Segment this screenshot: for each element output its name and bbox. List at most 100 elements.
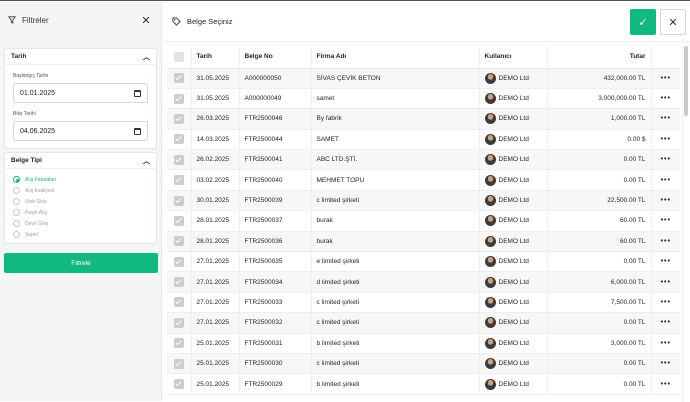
column-header[interactable]: Belge No [239,46,312,69]
row-select-cell[interactable] [167,373,192,395]
date-card-header[interactable]: Tarih ︿ [5,49,156,65]
table-row[interactable]: 31.05.2025 A000000050 SİVAS ÇEVİK BETON DEM… [167,68,680,89]
row-menu-button[interactable]: ••• [651,190,680,212]
row-menu-button[interactable]: ••• [651,271,680,293]
row-checkbox[interactable] [173,154,184,165]
row-menu-button[interactable]: ••• [651,333,680,354]
close-filter-icon[interactable]: ✕ [139,14,153,27]
cancel-button[interactable]: ✕ [660,9,686,35]
table-row[interactable]: 27.01.2025 FTR2500034 d limited şirketi DEM… [167,271,680,293]
row-checkbox[interactable] [173,195,184,206]
table-row[interactable]: 25.01.2025 FTR2500030 c limited şirketi DEM… [167,353,680,375]
end-date-input[interactable]: 04.06.2025 [13,121,148,141]
row-checkbox[interactable] [173,73,184,84]
chevron-up-icon[interactable]: ︿ [143,156,150,166]
row-checkbox[interactable] [173,338,184,349]
row-checkbox[interactable] [173,215,184,226]
row-menu-button[interactable]: ••• [651,88,680,110]
row-select-cell[interactable] [167,149,192,171]
row-checkbox[interactable] [173,113,184,124]
radio-option[interactable]: Sepet [5,229,156,240]
row-menu-button[interactable]: ••• [651,129,680,151]
row-menu-button[interactable]: ••• [651,292,680,314]
row-checkbox[interactable] [173,358,184,369]
row-checkbox[interactable] [173,379,184,390]
calendar-icon[interactable] [134,127,141,135]
scrollbar-thumb[interactable] [684,46,688,116]
row-checkbox[interactable] [173,277,184,288]
column-header[interactable]: Firma Adı [311,46,480,69]
table-row[interactable]: 25.01.2025 FTR2500029 b limited şirketi DEM… [167,373,680,395]
radio-option[interactable]: Stok Giriş [5,196,156,207]
row-select-cell[interactable] [167,190,192,212]
table-row[interactable]: 27.01.2025 FTR2500033 c limited şirketi DEM… [167,292,680,314]
table-row[interactable]: 14.03.2025 FTR2500044 SAMET DEMO Ltd 0.00 $ •… [167,129,680,151]
cell-date: 31.05.2025 [191,88,240,110]
table-row[interactable]: 26.02.2025 FTR2500041 ABC LTD.ŞTİ. DEMO Ltd… [167,149,680,171]
row-select-cell[interactable] [167,271,192,293]
radio-dot[interactable] [13,198,20,205]
row-menu-button[interactable]: ••• [651,169,680,191]
radio-dot[interactable] [13,187,20,194]
row-select-cell[interactable] [167,108,192,130]
row-checkbox[interactable] [173,317,184,328]
row-select-cell[interactable] [167,129,192,151]
column-header[interactable]: Tarih [191,46,240,69]
table-row[interactable]: 31.05.2025 A000000049 samet DEMO Ltd 3,000,0… [167,88,680,110]
row-menu-button[interactable]: ••• [651,312,680,334]
select-all-checkbox[interactable] [173,51,184,62]
apply-filter-button[interactable]: Filtrele [4,253,158,273]
table-row[interactable]: 28.01.2025 FTR2500036 burak DEMO Ltd 60.00 T… [167,231,680,253]
radio-option[interactable]: Peşin Alış [5,207,156,218]
chevron-up-icon[interactable]: ︿ [143,52,150,62]
table-row[interactable]: 27.01.2025 FTR2500032 c limited şirketi DEM… [167,312,680,334]
row-select-cell[interactable] [167,231,192,253]
row-menu-button[interactable]: ••• [651,68,680,89]
calendar-icon[interactable] [134,89,141,97]
radio-dot[interactable] [13,176,20,183]
row-menu-button[interactable]: ••• [651,373,680,395]
row-select-cell[interactable] [167,88,192,110]
radio-dot[interactable] [13,209,20,216]
row-select-cell[interactable] [167,353,192,375]
table-row[interactable]: 28.01.2025 FTR2500037 burak DEMO Ltd 60.00 T… [167,210,680,232]
radio-option[interactable]: Alış Faturaları [5,174,156,185]
row-select-cell[interactable] [167,333,192,354]
confirm-button[interactable]: ✓ [630,9,656,35]
table-row[interactable]: 25.01.2025 FTR2500031 b limited şirketi DEM… [167,333,680,354]
column-header[interactable]: Kullanıcı [479,46,548,69]
row-select-cell[interactable] [167,169,192,191]
row-checkbox[interactable] [173,256,184,267]
row-menu-button[interactable]: ••• [651,149,680,171]
row-checkbox[interactable] [173,175,184,186]
row-select-cell[interactable] [167,251,192,273]
scroll-track[interactable] [682,46,683,402]
cell-amount: 0.00 TL [547,373,652,395]
row-select-cell[interactable] [167,210,192,232]
cell-company: c limited şirketi [311,353,480,375]
row-menu-button[interactable]: ••• [651,251,680,273]
row-select-cell[interactable] [167,312,192,334]
row-select-cell[interactable] [167,292,192,314]
radio-option[interactable]: Devir Giriş [5,218,156,229]
row-checkbox[interactable] [173,134,184,145]
radio-option[interactable]: Alış İrsaliyesi [5,185,156,196]
row-menu-button[interactable]: ••• [651,353,680,375]
row-menu-button[interactable]: ••• [651,231,680,253]
row-checkbox[interactable] [173,93,184,104]
radio-dot[interactable] [13,231,20,238]
table-row[interactable]: 03.02.2025 FTR2500040 MEHMET TOPU DEMO Ltd 0… [167,169,680,191]
row-menu-button[interactable]: ••• [651,210,680,232]
table-row[interactable]: 26.03.2025 FTR2500046 By fabrik DEMO Ltd 1,0… [167,108,680,130]
row-menu-button[interactable]: ••• [651,108,680,130]
table-row[interactable]: 27.01.2025 FTR2500035 e limited şirketi DEM… [167,251,680,273]
row-checkbox[interactable] [173,236,184,247]
radio-dot[interactable] [13,220,20,227]
column-header[interactable]: Tutar [547,46,652,69]
start-date-input[interactable]: 01.01.2025 [13,83,148,103]
table-row[interactable]: 30.01.2025 FTR2500039 c limited şirketi DEM… [167,190,680,212]
row-select-cell[interactable] [167,68,192,89]
select-all-cell[interactable] [167,46,192,69]
doc-type-card-header[interactable]: Belge Tipi ︿ [5,153,156,169]
row-checkbox[interactable] [173,297,184,308]
